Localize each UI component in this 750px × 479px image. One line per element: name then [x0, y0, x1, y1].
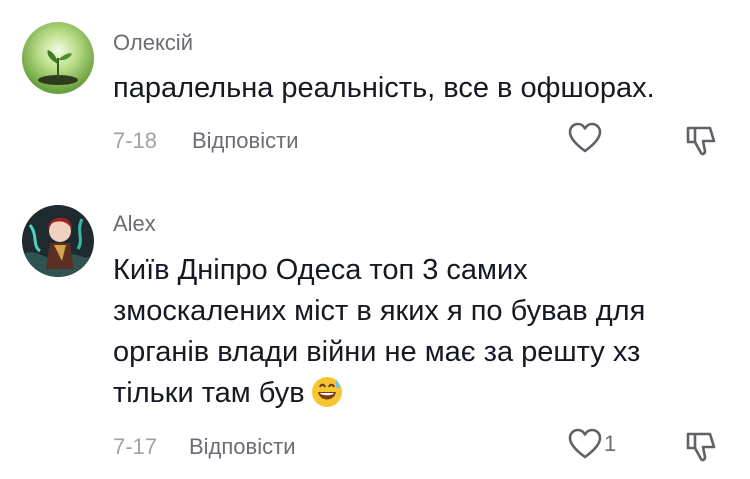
comment-text-body: Київ Дніпро Одеса топ 3 самих змоскалени… [113, 254, 646, 409]
comment-item: Олексій паралельна реальність, все в офш… [0, 0, 750, 180]
grinning-sweat-emoji-icon [311, 376, 343, 420]
thumbs-down-icon [686, 126, 716, 156]
anime-character-icon [22, 205, 94, 277]
comment-text: паралельна реальність, все в офшорах. [113, 72, 655, 104]
sprout-icon [22, 22, 94, 94]
comment-date: 7-17 [113, 434, 158, 459]
like-button[interactable] [568, 122, 602, 154]
like-button[interactable]: 1 [568, 428, 616, 460]
reply-button[interactable]: Відповісти [189, 434, 296, 460]
avatar[interactable] [22, 22, 94, 94]
heart-icon [568, 122, 602, 153]
heart-icon [568, 428, 602, 459]
dislike-button[interactable] [684, 430, 718, 469]
comment-author[interactable]: Alex [113, 211, 156, 237]
comment-author[interactable]: Олексій [113, 30, 193, 56]
reply-button[interactable]: Відповісти [192, 128, 299, 154]
avatar[interactable] [22, 205, 94, 277]
dislike-button[interactable] [684, 124, 718, 163]
comment-text: Київ Дніпро Одеса топ 3 самих змоскалени… [113, 250, 683, 420]
thumbs-down-icon [686, 432, 716, 462]
comment-date: 7-18 [113, 128, 158, 153]
like-count: 1 [604, 431, 617, 456]
comment-item: Alex Київ Дніпро Одеса топ 3 самих змоск… [0, 180, 750, 479]
